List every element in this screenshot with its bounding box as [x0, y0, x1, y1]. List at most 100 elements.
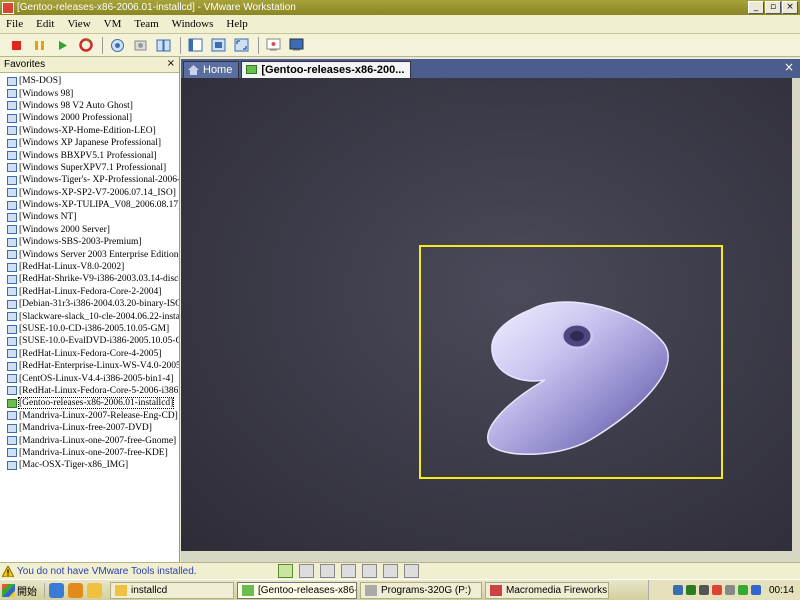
power-off-button[interactable]	[8, 37, 25, 54]
full-screen-button[interactable]	[233, 37, 250, 54]
menu-team[interactable]: Team	[134, 18, 158, 30]
favorites-sidebar: Favorites × [MS-DOS] [Windows 98] [Windows…	[0, 57, 180, 562]
console-view-button[interactable]	[288, 37, 305, 54]
sidebar-item[interactable]: [Windows BBXPV5.1 Professional]	[0, 149, 179, 161]
tab-close-icon[interactable]: ×	[784, 60, 794, 74]
menu-vm[interactable]: VM	[104, 18, 122, 30]
tray-antivirus-icon[interactable]	[737, 585, 748, 595]
vmware-app-icon[interactable]	[2, 1, 14, 14]
sidebar-item[interactable]: [RedHat-Linux-V8.0-2002]	[0, 261, 179, 273]
folder-icon[interactable]	[87, 582, 102, 598]
vm-icon	[7, 361, 17, 371]
sidebar-item[interactable]: [Windows 2000 Server]	[0, 224, 179, 236]
sidebar-item[interactable]: [Mandriva-Linux-free-2007-DVD]	[0, 422, 179, 434]
sound-icon[interactable]	[383, 564, 398, 578]
sidebar-item[interactable]: [Mandriva-Linux-2007-Release-Eng-CD]	[0, 410, 179, 422]
sidebar-item[interactable]: [Windows-XP-TULIPA_V08_2006.08.17]	[0, 199, 179, 211]
sidebar-item[interactable]: [Mac-OSX-Tiger-x86_IMG]	[0, 459, 179, 471]
sidebar-toggle-button[interactable]	[187, 37, 204, 54]
tab-gentoo-vm[interactable]: [Gentoo-releases-x86-200...	[241, 61, 412, 78]
sidebar-item[interactable]: [Mandriva-Linux-one-2007-free-KDE]	[0, 447, 179, 459]
sidebar-item-label: [MS-DOS]	[19, 76, 62, 87]
sidebar-item[interactable]: [RedHat-Linux-Fedora-Core-4-2005]	[0, 348, 179, 360]
sidebar-item[interactable]: [RedHat-Enterprise-Linux-WS-V4.0-2005-	[0, 360, 179, 372]
sidebar-item[interactable]: [RedHat-Shrike-V9-i386-2003.03.14-disc-	[0, 273, 179, 285]
restore-button[interactable]: ▫	[765, 1, 781, 14]
reset-button[interactable]	[77, 37, 94, 54]
sidebar-item[interactable]: [Windows-XP-Home-Edition-LEO]	[0, 125, 179, 137]
menu-file[interactable]: File	[6, 18, 23, 30]
sidebar-close-icon[interactable]: ×	[167, 58, 175, 69]
sidebar-item[interactable]: [Windows-XP-SP2-V7-2006.07.14_ISO]	[0, 187, 179, 199]
tray-display-icon[interactable]	[750, 585, 761, 595]
sidebar-item[interactable]: [RedHat-Linux-Fedora-Core-5-2006-i386]	[0, 385, 179, 397]
close-button[interactable]: ×	[782, 1, 798, 14]
tray-app-icon[interactable]	[711, 585, 722, 595]
windows-taskbar: 開始 installcd [Gentoo-releases-x86-2006...…	[0, 579, 800, 600]
menu-windows[interactable]: Windows	[172, 18, 214, 30]
vmware-tools-warning[interactable]: You do not have VMware Tools installed.	[17, 566, 197, 577]
snapshot-manager-button[interactable]	[155, 37, 172, 54]
sidebar-header: Favorites ×	[0, 57, 179, 73]
minimize-button[interactable]: _	[748, 1, 764, 14]
sidebar-item[interactable]: [RedHat-Linux-Fedora-Core-2-2004]	[0, 286, 179, 298]
sidebar-item-label: [Windows Server 2003 Enterprise Edition]	[19, 249, 179, 260]
revert-button[interactable]	[132, 37, 149, 54]
sidebar-item[interactable]: [Windows 98 V2 Auto Ghost]	[0, 100, 179, 112]
vm-icon	[7, 299, 17, 309]
help-icon[interactable]	[404, 564, 419, 578]
sidebar-item[interactable]: [Debian-31r3-i386-2004.03.20-binary-ISO	[0, 298, 179, 310]
sidebar-item[interactable]: [Mandriva-Linux-one-2007-free-Gnome]	[0, 434, 179, 446]
toolbar-separator	[102, 36, 103, 54]
sidebar-item[interactable]: [Windows XP Japanese Professional]	[0, 137, 179, 149]
tray-vmware-icon[interactable]	[724, 585, 735, 595]
vm-icon	[7, 175, 17, 185]
sidebar-item[interactable]: [MS-DOS]	[0, 75, 179, 87]
sidebar-item[interactable]: [Windows 2000 Professional]	[0, 112, 179, 124]
taskbar-button[interactable]: Macromedia Fireworks M...	[485, 581, 609, 599]
sidebar-item[interactable]: [Windows NT]	[0, 211, 179, 223]
power-on-button[interactable]	[54, 37, 71, 54]
sidebar-item-label: [SUSE-10.0-EvalDVD-i386-2005.10.05-G	[19, 336, 179, 347]
clock[interactable]: 00:14	[769, 585, 794, 596]
sidebar-item[interactable]: [Windows-SBS-2003-Premium]	[0, 236, 179, 248]
vm-icon	[7, 151, 17, 161]
tab-home[interactable]: Home	[183, 61, 240, 78]
floppy-icon[interactable]	[299, 564, 314, 578]
media-icon[interactable]	[68, 582, 83, 598]
taskbar-button[interactable]: [Gentoo-releases-x86-2006...	[237, 581, 357, 599]
usb-icon[interactable]	[362, 564, 377, 578]
sidebar-item-label: [RedHat-Linux-Fedora-Core-2-2004]	[19, 286, 162, 297]
ie-icon[interactable]	[49, 582, 64, 598]
cdrom-icon[interactable]	[320, 564, 335, 578]
console-view-icon	[289, 38, 304, 51]
taskbar-button[interactable]: Programs-320G (P:)	[360, 581, 482, 599]
menu-help[interactable]: Help	[226, 18, 247, 30]
sidebar-item[interactable]: [Windows 98]	[0, 87, 179, 99]
start-button[interactable]: 開始	[0, 581, 44, 600]
sidebar-item[interactable]: [Gentoo-releases-x86-2006.01-installcd]	[0, 397, 179, 410]
tray-network-icon[interactable]	[672, 585, 683, 595]
sidebar-item[interactable]: [SUSE-10.0-EvalDVD-i386-2005.10.05-G	[0, 335, 179, 347]
horizontal-scrollbar[interactable]	[181, 551, 792, 562]
menu-edit[interactable]: Edit	[36, 18, 54, 30]
sidebar-item[interactable]: [Windows-Tiger's- XP-Professional-2006-0	[0, 174, 179, 186]
sidebar-item[interactable]: [SUSE-10.0-CD-i386-2005.10.05-GM]	[0, 323, 179, 335]
vertical-scrollbar[interactable]	[792, 78, 800, 562]
taskbar-button[interactable]: installcd	[110, 581, 234, 599]
sidebar-item[interactable]: [Slackware-slack_10-cle-2004.06.22-insta…	[0, 310, 179, 322]
network-icon[interactable]	[341, 564, 356, 578]
suspend-button[interactable]	[31, 37, 48, 54]
hard-disk-icon[interactable]	[278, 564, 293, 578]
sidebar-item[interactable]: [Windows SuperXPV7.1 Professional]	[0, 162, 179, 174]
tray-shield-icon[interactable]	[685, 585, 696, 595]
task-app-icon	[115, 584, 127, 596]
menu-view[interactable]: View	[67, 18, 90, 30]
sidebar-item[interactable]: [CentOS-Linux-V4.4-i386-2005-bin1-4]	[0, 372, 179, 384]
gentoo-logo-icon	[487, 301, 669, 455]
summary-view-button[interactable]	[265, 37, 282, 54]
quick-switch-button[interactable]	[210, 37, 227, 54]
tray-volume-icon[interactable]	[698, 585, 709, 595]
sidebar-item[interactable]: [Windows Server 2003 Enterprise Edition]	[0, 248, 179, 260]
snapshot-button[interactable]	[109, 37, 126, 54]
